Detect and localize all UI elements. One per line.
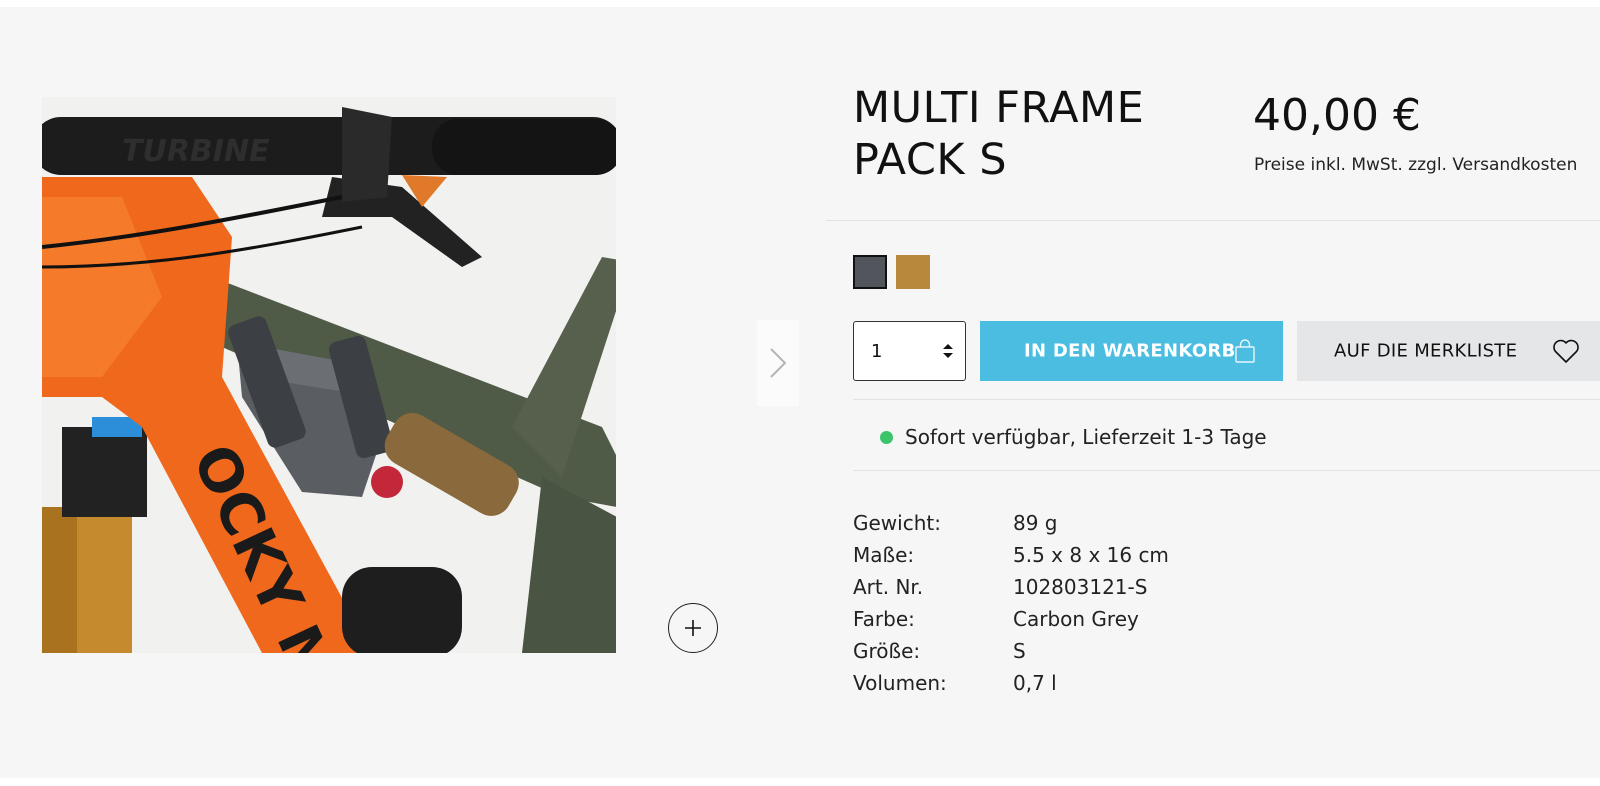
add-to-cart-label: IN DEN WARENKORB: [1024, 340, 1236, 362]
add-to-cart-button[interactable]: IN DEN WARENKORB: [980, 321, 1283, 381]
spec-value: Carbon Grey: [1013, 607, 1139, 631]
product-image[interactable]: OCKY MO TURBINE: [42, 97, 616, 653]
bike-photo: OCKY MO TURBINE: [42, 97, 616, 653]
product-detail-page: OCKY MO TURBINE MULTI FRAME PACK S 40,00…: [0, 7, 1600, 778]
spec-label: Art. Nr.: [853, 575, 924, 599]
spec-value: 0,7 l: [1013, 671, 1057, 695]
updown-arrows-icon: [943, 344, 953, 358]
product-title-line2: PACK S: [853, 135, 1008, 185]
plus-icon: [685, 620, 701, 636]
spec-label: Farbe:: [853, 607, 915, 631]
spec-label: Gewicht:: [853, 511, 941, 535]
spec-label: Volumen:: [853, 671, 947, 695]
svg-text:TURBINE: TURBINE: [122, 134, 270, 169]
divider: [853, 470, 1600, 471]
product-title-line1: MULTI FRAME: [853, 83, 1145, 133]
product-price: 40,00 €: [1253, 90, 1421, 141]
heart-icon: [1553, 339, 1579, 363]
spec-label: Maße:: [853, 543, 915, 567]
add-to-wishlist-button[interactable]: AUF DIE MERKLISTE: [1297, 321, 1600, 381]
divider: [853, 399, 1600, 400]
color-swatch-gold[interactable]: [896, 255, 930, 289]
availability-text: Sofort verfügbar, Lieferzeit 1-3 Tage: [905, 425, 1267, 449]
quantity-value: 1: [871, 340, 883, 362]
zoom-button[interactable]: [668, 603, 718, 653]
chevron-right-icon: [770, 348, 787, 378]
availability-status: Sofort verfügbar, Lieferzeit 1-3 Tage: [880, 425, 1267, 449]
spec-value: 5.5 x 8 x 16 cm: [1013, 543, 1169, 567]
price-note: Preise inkl. MwSt. zzgl. Versandkosten: [1254, 155, 1578, 175]
spec-value: 89 g: [1013, 511, 1058, 535]
color-swatch-carbon-grey[interactable]: [853, 255, 887, 289]
spec-label: Größe:: [853, 639, 921, 663]
add-to-wishlist-label: AUF DIE MERKLISTE: [1334, 340, 1518, 362]
divider: [826, 220, 1600, 221]
spec-value: 102803121-S: [1013, 575, 1148, 599]
spec-value: S: [1013, 639, 1026, 663]
quantity-select[interactable]: 1: [853, 321, 966, 381]
product-title: MULTI FRAME PACK S: [853, 82, 1213, 186]
shopping-bag-icon: [1235, 339, 1255, 363]
next-image-button[interactable]: [757, 320, 799, 406]
availability-dot: [880, 430, 893, 444]
